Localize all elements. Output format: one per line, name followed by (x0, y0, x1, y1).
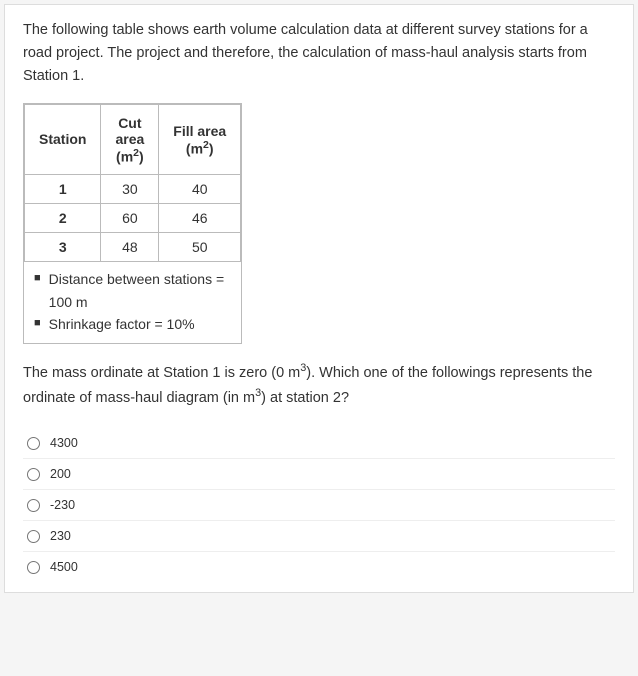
option-item[interactable]: 4500 (23, 552, 615, 582)
option-label[interactable]: 4500 (50, 560, 78, 574)
option-item[interactable]: 230 (23, 521, 615, 552)
option-label[interactable]: 4300 (50, 436, 78, 450)
cell-cut: 30 (101, 175, 159, 204)
cell-fill: 46 (159, 204, 241, 233)
data-table: Station Cut area (m2) Fill area (m2) 1 3… (24, 104, 241, 263)
table-row: 1 30 40 (25, 175, 241, 204)
radio-input[interactable] (27, 561, 40, 574)
header-station: Station (25, 104, 101, 175)
option-label[interactable]: -230 (50, 498, 75, 512)
cell-fill: 50 (159, 233, 241, 262)
radio-input[interactable] (27, 437, 40, 450)
option-item[interactable]: 200 (23, 459, 615, 490)
header-fill: Fill area (m2) (159, 104, 241, 175)
question-text: The mass ordinate at Station 1 is zero (… (23, 360, 615, 410)
table-row: 3 48 50 (25, 233, 241, 262)
cell-cut: 60 (101, 204, 159, 233)
radio-input[interactable] (27, 530, 40, 543)
option-item[interactable]: -230 (23, 490, 615, 521)
options-list: 4300 200 -230 230 4500 (23, 428, 615, 582)
radio-input[interactable] (27, 499, 40, 512)
cell-station: 2 (25, 204, 101, 233)
notes: ■ Distance between stations = 100 m ■ Sh… (24, 262, 241, 343)
table-row: 2 60 46 (25, 204, 241, 233)
bullet-icon: ■ (34, 268, 41, 289)
note-shrinkage: ■ Shrinkage factor = 10% (34, 313, 231, 335)
data-box: Station Cut area (m2) Fill area (m2) 1 3… (23, 103, 242, 345)
option-label[interactable]: 230 (50, 529, 71, 543)
cell-station: 1 (25, 175, 101, 204)
option-label[interactable]: 200 (50, 467, 71, 481)
question-container: The following table shows earth volume c… (4, 4, 634, 593)
bullet-icon: ■ (34, 313, 41, 334)
radio-input[interactable] (27, 468, 40, 481)
header-cut: Cut area (m2) (101, 104, 159, 175)
cell-cut: 48 (101, 233, 159, 262)
cell-fill: 40 (159, 175, 241, 204)
cell-station: 3 (25, 233, 101, 262)
intro-text: The following table shows earth volume c… (23, 19, 615, 89)
note-distance: ■ Distance between stations = 100 m (34, 268, 231, 313)
table-body: 1 30 40 2 60 46 3 48 50 (25, 175, 241, 262)
option-item[interactable]: 4300 (23, 428, 615, 459)
